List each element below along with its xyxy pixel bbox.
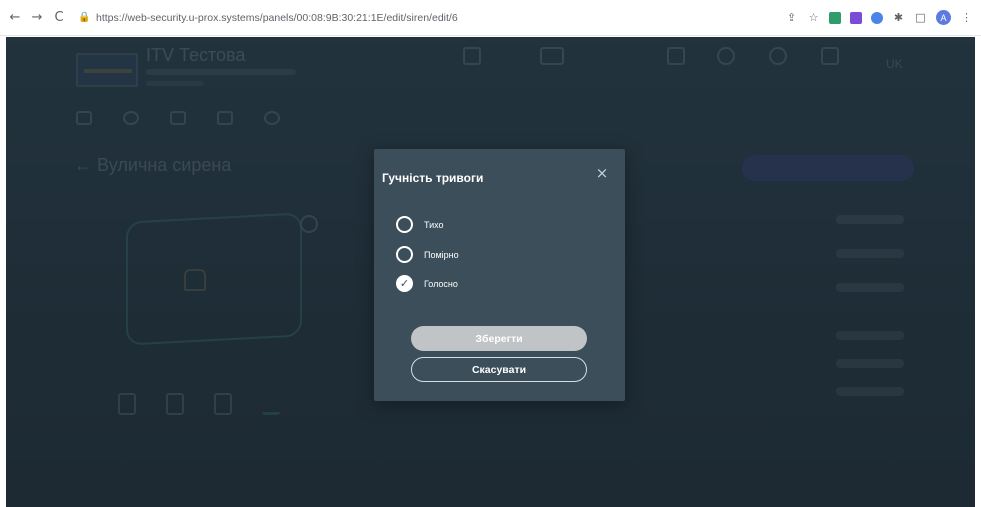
menu-icon[interactable]: ⋮ bbox=[960, 11, 973, 24]
cancel-button[interactable]: Скасувати bbox=[411, 357, 587, 382]
browser-toolbar: ← → C 🔒 https://web-security.u-prox.syst… bbox=[0, 0, 981, 36]
radio-button[interactable] bbox=[396, 216, 413, 233]
save-button[interactable]: Зберегти bbox=[411, 326, 587, 351]
url-text[interactable]: https://web-security.u-prox.systems/pane… bbox=[96, 12, 458, 24]
volume-option-moderate[interactable]: Помірно bbox=[396, 246, 459, 263]
star-icon[interactable]: ☆ bbox=[807, 11, 820, 24]
option-label: Голосно bbox=[424, 278, 458, 289]
app-background: ITV Тестова UK ← Вулична сирена bbox=[6, 37, 975, 507]
option-label: Помірно bbox=[424, 249, 459, 260]
extension-blue-icon[interactable] bbox=[871, 11, 883, 24]
address-bar[interactable]: 🔒 https://web-security.u-prox.systems/pa… bbox=[78, 6, 468, 30]
radio-button[interactable] bbox=[396, 246, 413, 263]
back-icon[interactable]: ← bbox=[6, 9, 24, 27]
alarm-volume-dialog: Гучність тривоги × Тихо Помірно ✓ Голосн… bbox=[374, 149, 625, 401]
share-icon[interactable]: ⇪ bbox=[785, 11, 798, 24]
lock-icon: 🔒 bbox=[78, 11, 91, 23]
dialog-title: Гучність тривоги bbox=[382, 171, 484, 185]
extension-green-icon[interactable] bbox=[829, 11, 841, 24]
window-icon[interactable]: □ bbox=[914, 11, 927, 24]
volume-option-quiet[interactable]: Тихо bbox=[396, 216, 444, 233]
reload-icon[interactable]: C bbox=[50, 9, 68, 27]
extension-purple-icon[interactable] bbox=[850, 11, 862, 24]
close-icon[interactable]: × bbox=[594, 165, 610, 181]
option-label: Тихо bbox=[424, 219, 444, 230]
radio-button-checked[interactable]: ✓ bbox=[396, 275, 413, 292]
puzzle-icon[interactable]: ✱ bbox=[892, 11, 905, 24]
profile-avatar[interactable]: A bbox=[936, 10, 951, 25]
volume-option-loud[interactable]: ✓ Голосно bbox=[396, 275, 458, 292]
forward-icon[interactable]: → bbox=[28, 9, 46, 27]
